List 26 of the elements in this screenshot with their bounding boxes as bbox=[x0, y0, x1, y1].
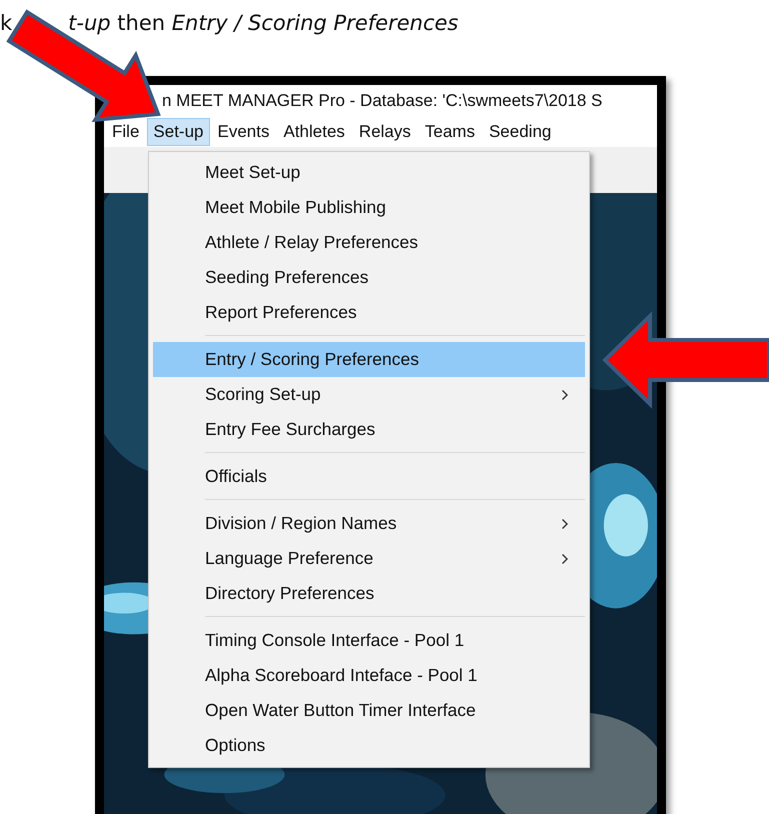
menu-item[interactable]: Meet Mobile Publishing bbox=[153, 190, 585, 225]
menu-item[interactable]: Open Water Button Timer Interface bbox=[153, 693, 585, 728]
menu-item[interactable]: Officials bbox=[153, 459, 585, 494]
instruction-text: t-up then Entry / Scoring Preferences bbox=[68, 10, 458, 37]
menu-item[interactable]: Division / Region Names bbox=[153, 506, 585, 541]
menu-item[interactable]: Athlete / Relay Preferences bbox=[153, 225, 585, 260]
menu-item[interactable]: Timing Console Interface - Pool 1 bbox=[153, 623, 585, 658]
menu-item[interactable]: Report Preferences bbox=[153, 295, 585, 330]
menu-item[interactable]: Alpha Scoreboard Inteface - Pool 1 bbox=[153, 658, 585, 693]
menu-bar-item[interactable]: Events bbox=[212, 118, 276, 146]
menu-bar-item[interactable]: Set-up bbox=[147, 118, 210, 146]
menu-bar-item[interactable]: Seeding bbox=[482, 118, 558, 146]
menu-bar-item[interactable]: File bbox=[106, 118, 146, 146]
instruction-text: k bbox=[0, 10, 12, 37]
menu-item[interactable]: Options bbox=[153, 728, 585, 763]
menu-item[interactable]: Language Preference bbox=[153, 541, 585, 576]
menu-item[interactable]: Directory Preferences bbox=[153, 576, 585, 611]
menu-item[interactable]: Seeding Preferences bbox=[153, 260, 585, 295]
menu-item[interactable]: Entry / Scoring Preferences bbox=[153, 342, 585, 377]
menu-bar-item[interactable]: Teams bbox=[418, 118, 481, 146]
menu-bar-item[interactable]: Relays bbox=[352, 118, 417, 146]
menu-item[interactable]: Meet Set-up bbox=[153, 155, 585, 190]
window-title: n MEET MANAGER Pro - Database: 'C:\swmeets7\2018 S bbox=[162, 91, 602, 111]
menu-item[interactable]: Entry Fee Surcharges bbox=[153, 412, 585, 447]
menu-item[interactable]: Scoring Set-up bbox=[153, 377, 585, 412]
menu-bar-item[interactable]: Athletes bbox=[277, 118, 351, 146]
